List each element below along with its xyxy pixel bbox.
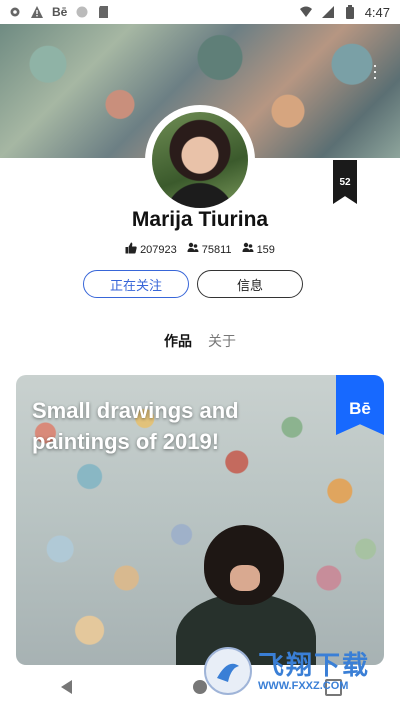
profile-tabs: 作品 关于 [0, 331, 400, 351]
gear-icon [8, 5, 22, 19]
back-icon [61, 680, 73, 694]
signal-icon [321, 5, 335, 19]
message-button[interactable]: 信息 [197, 270, 303, 298]
watermark-text: 飞翔下载 [258, 650, 371, 680]
status-bar: Bē 4:47 [0, 0, 400, 24]
project-title: Small drawings and paintings of 2019! [32, 398, 239, 454]
back-button[interactable] [54, 674, 80, 700]
following-icon [242, 242, 254, 257]
avatar-frame [145, 105, 255, 215]
watermark: 飞翔下载 WWW.FXXZ.COM [204, 640, 392, 702]
followers-icon [187, 242, 199, 257]
following-stat[interactable]: 159 [242, 242, 275, 257]
profile-name: Marija Tiurina [131, 208, 269, 231]
watermark-logo-icon [204, 647, 252, 695]
battery-icon [343, 5, 357, 19]
watermark-url: WWW.FXXZ.COM [258, 680, 349, 692]
profile-actions: 正在关注 信息 [83, 270, 307, 298]
warning-icon [30, 5, 44, 19]
followers-stat[interactable]: 75811 [187, 242, 232, 257]
more-options-icon[interactable]: · · · [372, 56, 378, 86]
tab-about[interactable]: 关于 [208, 331, 236, 351]
following-button[interactable]: 正在关注 [83, 270, 189, 298]
appreciations-stat: 207923 [125, 242, 177, 257]
avatar[interactable] [152, 112, 248, 208]
tab-works[interactable]: 作品 [164, 331, 192, 351]
thumbs-up-icon [125, 242, 137, 257]
followers-count: 75811 [201, 243, 232, 256]
card-image-face [230, 565, 260, 591]
sd-card-icon [97, 5, 111, 19]
wifi-icon [299, 5, 313, 19]
following-count: 159 [256, 243, 275, 256]
behance-badge: Bē [336, 375, 384, 435]
project-card[interactable]: Small drawings and paintings of 2019! Bē [16, 375, 384, 665]
ribbon-badge[interactable]: 52 [333, 160, 357, 204]
circle-icon [75, 5, 89, 19]
behance-icon: Bē [52, 5, 68, 19]
status-time: 4:47 [364, 4, 390, 20]
appreciations-count: 207923 [140, 243, 177, 256]
profile-stats: 207923 75811 159 [0, 242, 400, 257]
